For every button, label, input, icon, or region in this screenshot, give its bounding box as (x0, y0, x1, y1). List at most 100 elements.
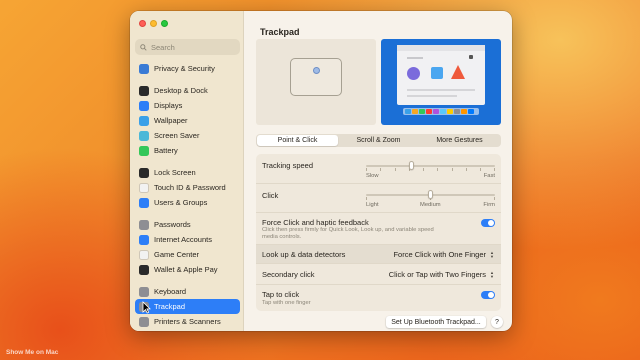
sidebar-item-displays[interactable]: Displays (135, 98, 240, 113)
look-up-row: Look up & data detectors Force Click wit… (256, 245, 501, 264)
sidebar-item-wallet-apple-pay[interactable]: Wallet & Apple Pay (135, 262, 240, 277)
zoom-window-button[interactable] (161, 20, 168, 27)
circle-shape-icon (407, 67, 420, 80)
tap-to-click-toggle[interactable] (481, 291, 495, 299)
main-pane: Trackpad Point & Click Scroll & Zoom Mor… (244, 11, 512, 331)
updown-chevron-icon: ▲ ▼ (490, 269, 494, 279)
secondary-click-label: Secondary click (262, 270, 315, 279)
setup-bluetooth-trackpad-button[interactable]: Set Up Bluetooth Trackpad... (386, 316, 486, 328)
force-click-description-line2: media controls. (262, 234, 302, 240)
sidebar-item-screen-saver[interactable]: Screen Saver (135, 128, 240, 143)
sidebar-item-label: Screen Saver (154, 131, 200, 140)
click-row: Click Light Medium Firm (256, 184, 501, 213)
help-button[interactable]: ? (491, 316, 503, 328)
sidebar-item-touch-id-password[interactable]: Touch ID & Password (135, 180, 240, 195)
sidebar-item-game-center[interactable]: Game Center (135, 247, 240, 262)
secondary-click-value: Click or Tap with Two Fingers (388, 270, 486, 279)
tracking-speed-slider[interactable] (408, 161, 414, 170)
sidebar-item-label: Keyboard (154, 287, 187, 296)
minimize-window-button[interactable] (150, 20, 157, 27)
close-window-button[interactable] (139, 20, 146, 27)
sidebar-item-internet-accounts[interactable]: Internet Accounts (135, 232, 240, 247)
updown-chevron-icon: ▲ ▼ (490, 249, 494, 259)
preview-window-illustration (397, 45, 485, 105)
search-placeholder: Search (151, 42, 175, 52)
sidebar-item-label: Printers & Scanners (154, 317, 221, 326)
gesture-video-preview (381, 39, 501, 125)
search-input[interactable]: Search (135, 39, 240, 55)
look-up-popup[interactable]: Force Click with One Finger ▲ ▼ (393, 250, 495, 259)
click-pressure-slider[interactable] (428, 190, 433, 199)
sidebar-item-desktop-dock[interactable]: Desktop & Dock (135, 83, 240, 98)
page-title: Trackpad (260, 27, 300, 37)
triangle-shape-icon (451, 65, 465, 79)
sidebar-item-passwords[interactable]: Passwords (135, 217, 240, 232)
sidebar-item-label: Users & Groups (154, 198, 208, 207)
tracking-speed-min-label: Slow (366, 173, 379, 179)
sidebar-item-users-groups[interactable]: Users & Groups (135, 195, 240, 210)
sidebar-item-lock-screen[interactable]: Lock Screen (135, 165, 240, 180)
gesture-tabs: Point & Click Scroll & Zoom More Gesture… (256, 134, 501, 147)
wallet-icon (139, 264, 149, 275)
sidebar-item-label: Game Center (154, 250, 200, 259)
tab-point-click[interactable]: Point & Click (257, 135, 338, 146)
mouse-pointer-icon (142, 301, 151, 314)
sidebar-item-label: Battery (154, 146, 178, 155)
gamecenter-icon (139, 249, 149, 260)
sidebar-item-keyboard[interactable]: Keyboard (135, 284, 240, 299)
settings-window: Search Privacy & Security Desktop & Dock D… (130, 11, 512, 331)
look-up-label: Look up & data detectors (262, 250, 346, 259)
sidebar: Search Privacy & Security Desktop & Dock D… (130, 11, 244, 331)
wallpaper-icon (139, 115, 149, 126)
keyboard-icon (139, 286, 149, 297)
sidebar-item-label: Passwords (154, 220, 191, 229)
tap-to-click-row: Tap to click Tap with one finger (256, 285, 501, 311)
tracking-speed-row: Tracking speed Slow Fast (256, 154, 501, 184)
sidebar-item-label: Desktop & Dock (154, 86, 208, 95)
window-controls (139, 20, 168, 27)
settings-group: Tracking speed Slow Fast Click Light Med… (256, 154, 501, 311)
secondary-click-popup[interactable]: Click or Tap with Two Fingers ▲ ▼ (389, 270, 495, 279)
sidebar-item-battery[interactable]: Battery (135, 143, 240, 158)
trackpad-illustration (290, 58, 342, 96)
trackpad-preview (256, 39, 376, 125)
key-icon (139, 219, 149, 230)
lock-icon (139, 167, 149, 178)
sidebar-item-label: Displays (154, 101, 183, 110)
square-shape-icon (431, 67, 443, 79)
click-max-label: Firm (483, 202, 495, 208)
force-click-toggle[interactable] (481, 219, 495, 227)
sun-icon (139, 100, 149, 111)
force-click-row: Force Click and haptic feedback Click th… (256, 213, 501, 245)
tab-scroll-zoom[interactable]: Scroll & Zoom (338, 135, 419, 146)
tap-to-click-label: Tap to click (262, 290, 300, 299)
tap-to-click-description: Tap with one finger (262, 300, 311, 306)
search-icon (140, 43, 147, 51)
wallpaper-caption: Show Me on Mac (6, 349, 59, 356)
sidebar-list: Privacy & Security Desktop & Dock Displays… (135, 61, 240, 329)
users-icon (139, 197, 149, 208)
tracking-speed-label: Tracking speed (262, 161, 313, 170)
sidebar-item-wallpaper[interactable]: Wallpaper (135, 113, 240, 128)
sidebar-item-label: Wallet & Apple Pay (154, 265, 218, 274)
sidebar-item-label: Wallpaper (154, 116, 188, 125)
click-min-label: Light (366, 202, 379, 208)
screensaver-icon (139, 130, 149, 141)
tracking-speed-track (366, 165, 495, 167)
secondary-click-row: Secondary click Click or Tap with Two Fi… (256, 264, 501, 285)
sidebar-item-privacy-security[interactable]: Privacy & Security (135, 61, 240, 76)
finger-dot-icon (313, 67, 320, 74)
tab-more-gestures[interactable]: More Gestures (419, 135, 500, 146)
sidebar-item-printers-scanners[interactable]: Printers & Scanners (135, 314, 240, 329)
click-label: Click (262, 191, 279, 200)
battery-icon (139, 145, 149, 156)
look-up-value: Force Click with One Finger (393, 250, 486, 259)
fingerprint-icon (139, 182, 149, 193)
sidebar-item-label: Trackpad (154, 302, 185, 311)
sidebar-item-label: Touch ID & Password (154, 183, 226, 192)
click-mid-label: Medium (420, 202, 441, 208)
